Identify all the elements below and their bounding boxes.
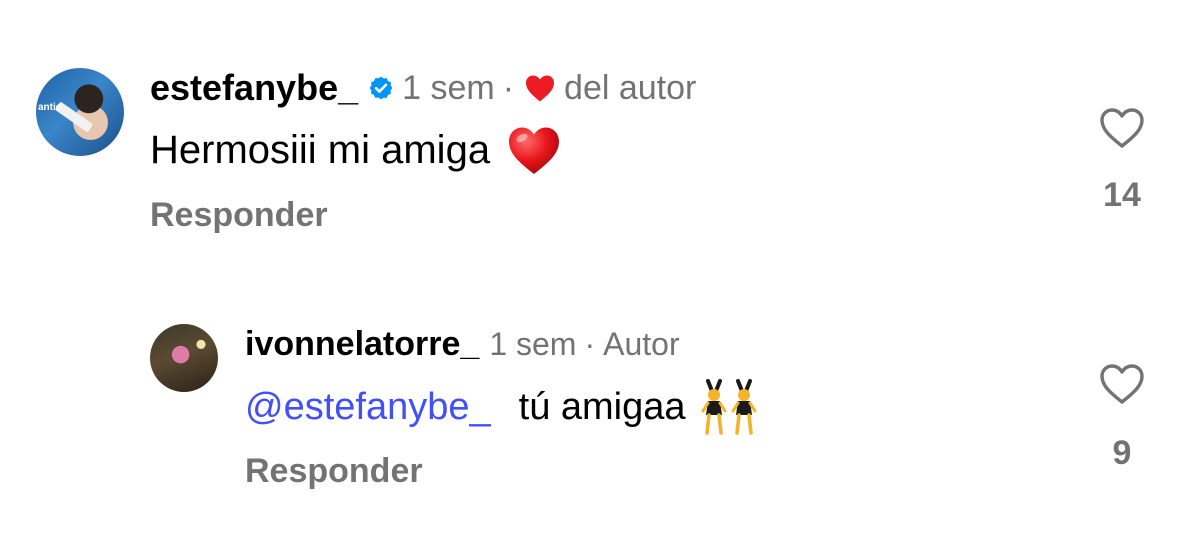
heart-emoji [506, 124, 562, 176]
comment-header: ivonnelatorre_ 1 sem · Autor [245, 324, 680, 364]
heart-outline-icon[interactable] [1098, 106, 1146, 150]
timestamp: 1 sem [402, 68, 495, 107]
like-count: 9 [1112, 434, 1132, 472]
author-label: Autor [603, 325, 680, 362]
red-heart-icon [524, 73, 556, 103]
comment-header: estefanybe_ 1 sem · del autor [150, 66, 696, 110]
comment-body: tú amigaa [518, 385, 686, 428]
reply-comment: ivonnelatorre_ 1 sem · Autor @estefanybe… [0, 280, 1200, 559]
avatar[interactable] [150, 324, 218, 392]
author-liked-label: del autor [564, 68, 697, 107]
like-count: 14 [1103, 176, 1141, 214]
comment-body: Hermosiii mi amiga [150, 127, 491, 172]
verified-badge-icon [368, 75, 394, 101]
reply-button[interactable]: Responder [245, 452, 423, 491]
women-with-bunny-ears-emoji [700, 377, 760, 437]
separator: · [502, 68, 515, 107]
separator: · [584, 325, 596, 362]
comment-text: Hermosiii mi amiga [150, 122, 562, 178]
timestamp: 1 sem [489, 325, 577, 362]
username[interactable]: estefanybe_ [150, 67, 358, 109]
username[interactable]: ivonnelatorre_ [245, 325, 479, 364]
reply-button[interactable]: Responder [150, 196, 328, 235]
avatar[interactable]: antie [36, 68, 124, 156]
comment: antie estefanybe_ 1 sem · del autor Herm… [0, 0, 1200, 280]
mention-link[interactable]: @estefanybe_ [245, 386, 491, 429]
heart-outline-icon[interactable] [1098, 362, 1146, 406]
avatar-brand-text: antie [38, 102, 62, 113]
comment-text: @estefanybe_ tú amigaa [245, 377, 760, 437]
